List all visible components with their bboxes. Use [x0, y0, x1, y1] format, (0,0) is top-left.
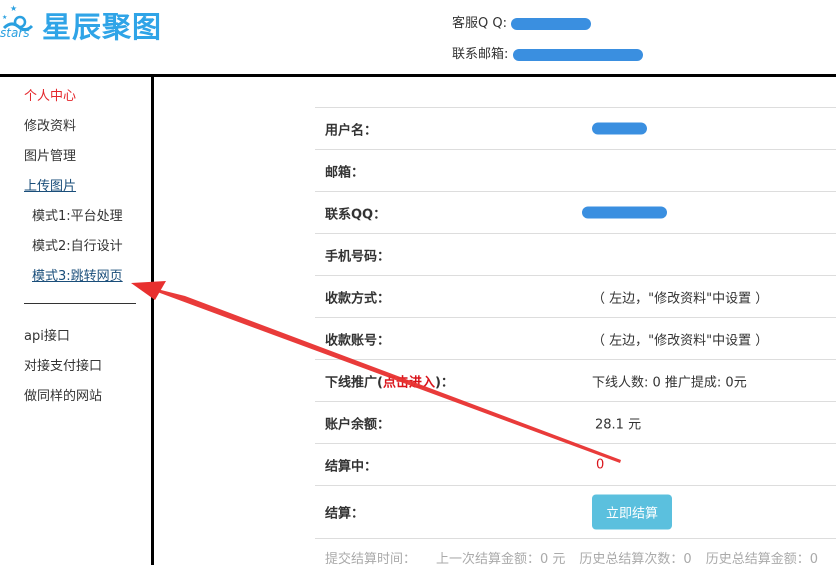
- table-row: 账户余额： 28.1 元: [315, 402, 836, 444]
- table-row: 用户名：: [315, 108, 836, 150]
- payment-method-value: （ 左边，"修改资料"中设置 ）: [592, 291, 769, 306]
- sidebar-item-edit-profile[interactable]: 修改资料: [24, 115, 76, 134]
- settlement-summary: 提交结算时间： 上一次结算金额：0 元历史总结算次数：0 历史总结算金额：0: [325, 548, 832, 567]
- sidebar-item-mode3[interactable]: 模式3:跳转网页: [32, 265, 123, 284]
- sidebar-divider: [151, 74, 154, 565]
- settle-label: 结算：: [325, 506, 365, 522]
- referral-label-text: 下线推广(: [325, 375, 383, 390]
- table-row: 结算： 立即结算: [315, 486, 836, 539]
- balance-value: 28.1 元: [595, 417, 642, 432]
- table-row: 联系QQ：: [315, 192, 836, 234]
- balance-label: 账户余额：: [325, 417, 391, 432]
- redacted-qq: [511, 17, 592, 30]
- referral-stats: 下线人数: 0 推广提成: 0元: [592, 375, 747, 390]
- qq-label: 客服Q Q:: [452, 16, 507, 31]
- account-info-table: 用户名： 邮箱： 联系QQ： 手机号码： 收款方式： （ 左边，"修改资料"中设置…: [315, 107, 836, 539]
- svg-text:★: ★: [2, 14, 7, 21]
- svg-text:★: ★: [10, 4, 17, 13]
- header-divider: [0, 74, 836, 77]
- referral-link[interactable]: 点击进入: [383, 375, 435, 390]
- sidebar-item-mode1[interactable]: 模式1:平台处理: [32, 205, 123, 224]
- settling-value: 0: [596, 457, 605, 472]
- table-row: 收款方式： （ 左边，"修改资料"中设置 ）: [315, 276, 836, 318]
- username-label: 用户名：: [325, 123, 378, 138]
- logo[interactable]: ★ ★ 星辰聚图 stars: [0, 2, 190, 44]
- email-label: 联系邮箱:: [452, 47, 509, 62]
- sidebar-item-api[interactable]: api接口: [24, 325, 70, 344]
- service-qq: 客服Q Q:: [452, 12, 592, 31]
- phone-label: 手机号码：: [325, 249, 391, 264]
- redacted-email: [512, 48, 643, 61]
- sidebar-item-upload[interactable]: 上传图片: [24, 175, 76, 194]
- sidebar-item-profile[interactable]: 个人中心: [24, 85, 76, 104]
- table-row: 手机号码：: [315, 234, 836, 276]
- sidebar-item-mode2[interactable]: 模式2:自行设计: [32, 235, 123, 254]
- payment-account-label: 收款账号：: [325, 333, 391, 348]
- redacted-qq: [582, 206, 667, 219]
- sidebar-item-clone-site[interactable]: 做同样的网站: [24, 385, 102, 404]
- header: ★ ★ 星辰聚图 stars 客服Q Q: 联系邮箱:: [0, 0, 836, 75]
- sidebar-item-image-manage[interactable]: 图片管理: [24, 145, 76, 164]
- referral-label-suffix: )：: [434, 375, 454, 390]
- table-row: 结算中： 0: [315, 444, 836, 486]
- payment-method-label: 收款方式：: [325, 291, 391, 306]
- redacted-username: [592, 122, 647, 135]
- table-row: 邮箱：: [315, 150, 836, 192]
- sidebar-item-payment-api[interactable]: 对接支付接口: [24, 355, 102, 374]
- qq-label: 联系QQ：: [325, 207, 387, 222]
- sidebar-separator: [24, 303, 136, 304]
- table-row: 收款账号： （ 左边，"修改资料"中设置 ）: [315, 318, 836, 360]
- logo-sub: stars: [0, 26, 30, 40]
- settle-now-button[interactable]: 立即结算: [592, 494, 673, 530]
- email-label: 邮箱：: [325, 165, 365, 180]
- referral-label: 下线推广(点击进入)：: [325, 371, 454, 390]
- settling-label: 结算中：: [325, 459, 378, 474]
- contact-email: 联系邮箱:: [452, 43, 643, 62]
- table-row: 下线推广(点击进入)： 下线人数: 0 推广提成: 0元: [315, 360, 836, 402]
- logo-text: 星辰聚图: [42, 10, 163, 44]
- payment-account-value: （ 左边，"修改资料"中设置 ）: [592, 333, 769, 348]
